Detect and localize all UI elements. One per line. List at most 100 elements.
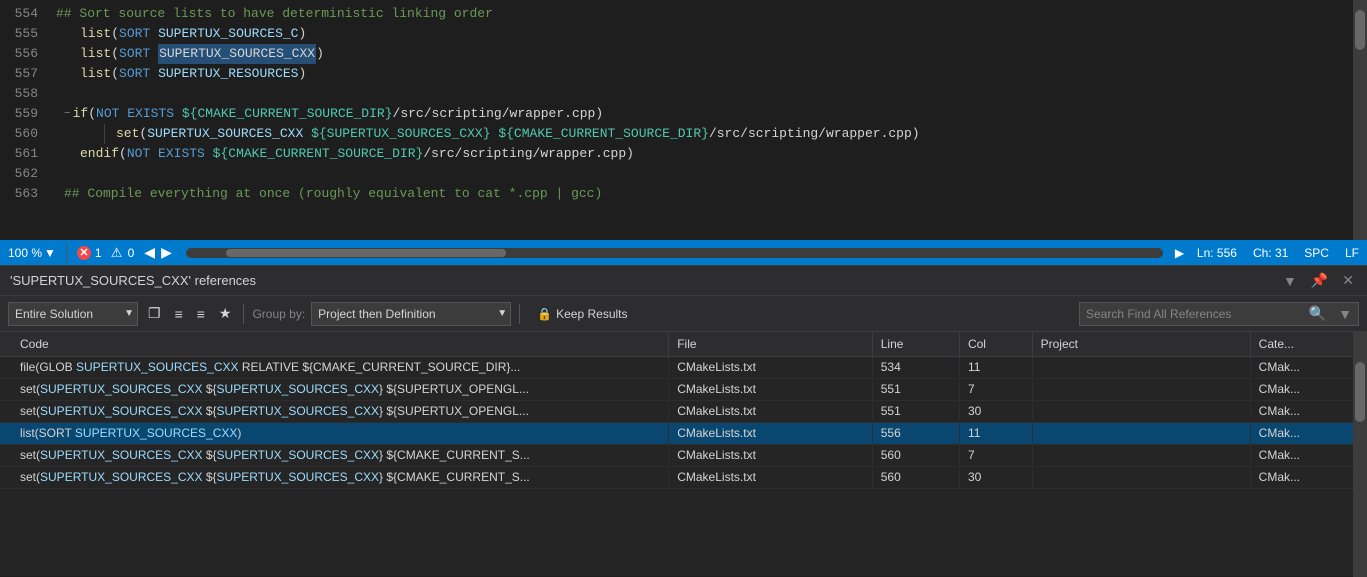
cell-col: 11 <box>959 422 1032 444</box>
cell-category: CMak... <box>1250 378 1366 400</box>
cell-file: CMakeLists.txt <box>669 444 873 466</box>
panel-pin-btn[interactable]: 📌 <box>1308 272 1331 289</box>
cell-line: 556 <box>872 422 959 444</box>
panel-dropdown-btn[interactable]: ▼ <box>1280 273 1300 289</box>
zoom-dropdown-arrow: ▼ <box>44 246 56 260</box>
code-line-559: − if(NOT EXISTS ${CMAKE_CURRENT_SOURCE_D… <box>48 104 1367 124</box>
cell-project <box>1032 422 1250 444</box>
cell-col: 30 <box>959 466 1032 488</box>
line-numbers: 554 555 556 557 558 559 560 561 562 563 <box>0 0 48 240</box>
find-toolbar: Entire Solution Current Project Current … <box>0 296 1367 332</box>
cell-line: 551 <box>872 400 959 422</box>
code-line-561: endif(NOT EXISTS ${CMAKE_CURRENT_SOURCE_… <box>48 144 1367 164</box>
filter-button[interactable]: ★ <box>215 303 236 324</box>
search-options-btn[interactable]: ▼ <box>1332 306 1358 322</box>
expand-all-button[interactable]: ≡ <box>171 304 187 324</box>
table-row[interactable]: list(SORT SUPERTUX_SOURCES_CXX)CMakeList… <box>0 422 1367 444</box>
find-references-panel: 'SUPERTUX_SOURCES_CXX' references ▼ 📌 ✕ … <box>0 265 1367 576</box>
panel-controls: ▼ 📌 ✕ <box>1280 272 1357 289</box>
table-header-row: Code File Line Col Project Cate... <box>0 332 1367 356</box>
cell-code: set(SUPERTUX_SOURCES_CXX ${SUPERTUX_SOUR… <box>0 400 669 422</box>
zoom-control[interactable]: 100 % ▼ <box>8 246 56 260</box>
keep-results-label: Keep Results <box>556 307 627 321</box>
cell-line: 560 <box>872 444 959 466</box>
cell-project <box>1032 378 1250 400</box>
search-input[interactable] <box>1080 305 1303 323</box>
copy-button[interactable]: ❐ <box>144 303 165 324</box>
cell-col: 30 <box>959 400 1032 422</box>
find-panel-titlebar: 'SUPERTUX_SOURCES_CXX' references ▼ 📌 ✕ <box>0 266 1367 296</box>
cell-category: CMak... <box>1250 400 1366 422</box>
error-icon: ✕ <box>77 246 91 260</box>
cell-code: file(GLOB SUPERTUX_SOURCES_CXX RELATIVE … <box>0 356 669 378</box>
cell-line: 560 <box>872 466 959 488</box>
col-header-proj[interactable]: Project <box>1032 332 1250 356</box>
cell-line: 534 <box>872 356 959 378</box>
warning-count[interactable]: ⚠ 0 <box>110 246 135 260</box>
code-line-562 <box>48 164 1367 184</box>
horizontal-scrollbar[interactable] <box>186 248 1163 258</box>
panel-close-btn[interactable]: ✕ <box>1339 272 1357 289</box>
editor-scrollbar[interactable] <box>1353 0 1367 240</box>
nav-forward-button[interactable]: ▶ <box>159 244 174 261</box>
cell-line: 551 <box>872 378 959 400</box>
search-button[interactable]: 🔍 <box>1303 305 1332 322</box>
code-line-555: list(SORT SUPERTUX_SOURCES_C) <box>48 24 1367 44</box>
keep-results-button[interactable]: 🔒 Keep Results <box>528 304 636 324</box>
cell-project <box>1032 444 1250 466</box>
cell-code: set(SUPERTUX_SOURCES_CXX ${SUPERTUX_SOUR… <box>0 466 669 488</box>
warning-icon: ⚠ <box>110 246 124 260</box>
cell-category: CMak... <box>1250 356 1366 378</box>
lock-icon: 🔒 <box>537 307 552 321</box>
scope-dropdown[interactable]: Entire Solution Current Project Current … <box>8 302 138 326</box>
cell-code: list(SORT SUPERTUX_SOURCES_CXX) <box>0 422 669 444</box>
nav-back-button[interactable]: ◀ <box>142 244 157 261</box>
cell-project <box>1032 356 1250 378</box>
groupby-dropdown-wrap: Project then Definition Definition Proje… <box>311 302 511 326</box>
code-line-560: set(SUPERTUX_SOURCES_CXX ${SUPERTUX_SOUR… <box>48 124 1367 144</box>
scroll-right-arrow[interactable]: ▶ <box>1175 246 1189 260</box>
results-scrollbar[interactable] <box>1353 332 1367 577</box>
status-bar: 100 % ▼ ✕ 1 ⚠ 0 ◀ ▶ ▶ Ln: 556 Ch: 31 SPC… <box>0 240 1367 265</box>
col-info: Ch: 31 <box>1253 246 1288 260</box>
find-panel-title: 'SUPERTUX_SOURCES_CXX' references <box>10 273 256 288</box>
nav-arrows[interactable]: ◀ ▶ <box>142 244 174 261</box>
groupby-dropdown[interactable]: Project then Definition Definition Proje… <box>311 302 511 326</box>
cell-file: CMakeLists.txt <box>669 400 873 422</box>
cell-file: CMakeLists.txt <box>669 422 873 444</box>
eol-info: LF <box>1345 246 1359 260</box>
col-header-col[interactable]: Col <box>959 332 1032 356</box>
cell-code: set(SUPERTUX_SOURCES_CXX ${SUPERTUX_SOUR… <box>0 378 669 400</box>
table-row[interactable]: set(SUPERTUX_SOURCES_CXX ${SUPERTUX_SOUR… <box>0 400 1367 422</box>
error-count[interactable]: ✕ 1 <box>77 246 102 260</box>
toolbar-sep-2 <box>519 304 520 324</box>
code-line-554: ## Sort source lists to have determinist… <box>48 4 1367 24</box>
col-header-line[interactable]: Line <box>872 332 959 356</box>
table-row[interactable]: set(SUPERTUX_SOURCES_CXX ${SUPERTUX_SOUR… <box>0 466 1367 488</box>
zoom-label: 100 % <box>8 246 42 260</box>
encoding-info: SPC <box>1304 246 1329 260</box>
cell-col: 11 <box>959 356 1032 378</box>
col-header-file[interactable]: File <box>669 332 873 356</box>
cell-project <box>1032 466 1250 488</box>
cell-col: 7 <box>959 378 1032 400</box>
warning-number: 0 <box>128 246 135 260</box>
col-header-cate[interactable]: Cate... <box>1250 332 1366 356</box>
collapse-icon[interactable]: − <box>64 104 71 124</box>
col-header-code[interactable]: Code <box>0 332 669 356</box>
status-right-info: Ln: 556 Ch: 31 SPC LF <box>1197 246 1359 260</box>
cell-file: CMakeLists.txt <box>669 356 873 378</box>
cell-file: CMakeLists.txt <box>669 378 873 400</box>
cell-file: CMakeLists.txt <box>669 466 873 488</box>
table-row[interactable]: file(GLOB SUPERTUX_SOURCES_CXX RELATIVE … <box>0 356 1367 378</box>
cell-project <box>1032 400 1250 422</box>
cell-col: 7 <box>959 444 1032 466</box>
search-box-wrap: 🔍 ▼ <box>1079 302 1359 326</box>
table-row[interactable]: set(SUPERTUX_SOURCES_CXX ${SUPERTUX_SOUR… <box>0 444 1367 466</box>
code-content[interactable]: ## Sort source lists to have determinist… <box>48 0 1367 240</box>
collapse-all-button[interactable]: ≡ <box>193 304 209 324</box>
code-line-558 <box>48 84 1367 104</box>
results-table: Code File Line Col Project Cate... file(… <box>0 332 1367 489</box>
results-body: file(GLOB SUPERTUX_SOURCES_CXX RELATIVE … <box>0 356 1367 488</box>
table-row[interactable]: set(SUPERTUX_SOURCES_CXX ${SUPERTUX_SOUR… <box>0 378 1367 400</box>
